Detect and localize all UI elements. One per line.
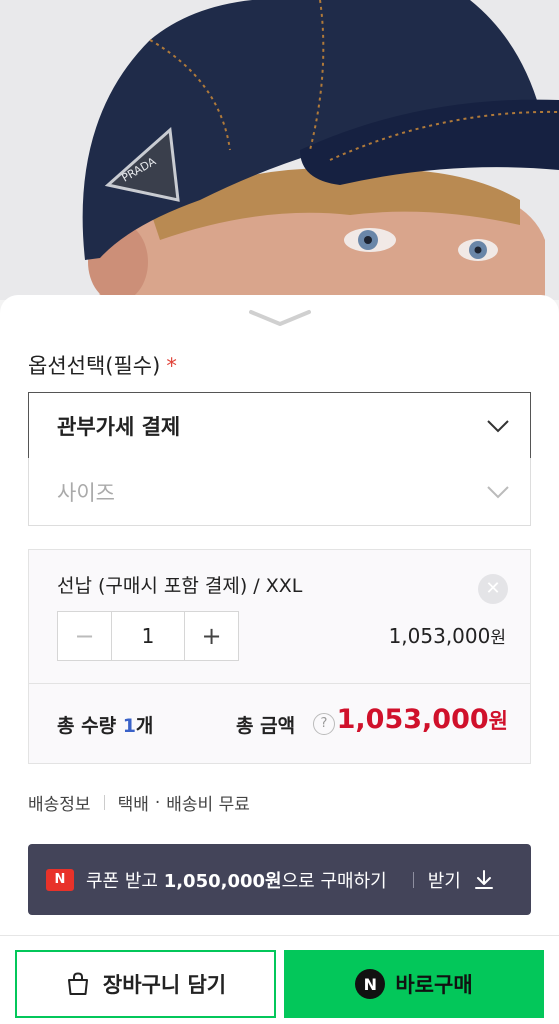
naver-pay-icon: N xyxy=(355,969,386,999)
sheet-handle-chevron-icon[interactable] xyxy=(249,309,311,327)
shipping-method: 택배 xyxy=(117,795,149,815)
option-select-customs[interactable]: 관부가세 결제 xyxy=(28,392,531,459)
add-to-cart-label: 장바구니 담기 xyxy=(102,973,227,997)
quantity-stepper: − 1 + xyxy=(57,611,239,661)
coupon-text-post: 으로 구매하기 xyxy=(281,870,387,892)
selected-option-card: 선납 (구매시 포함 결제) / XXL ✕ − 1 + 1,053,000원 … xyxy=(28,549,531,764)
shopping-bag-icon xyxy=(67,972,88,995)
shipping-fee: 배송비 무료 xyxy=(166,795,250,815)
option-select-size[interactable]: 사이즈 xyxy=(28,458,531,526)
shipping-info: 배송정보 택배 · 배송비 무료 xyxy=(28,790,250,816)
download-icon[interactable] xyxy=(473,869,495,891)
option-select-customs-value: 관부가세 결제 xyxy=(57,414,181,439)
total-amount-unit: 원 xyxy=(488,709,508,733)
shipping-dot: · xyxy=(154,792,161,813)
coupon-text-pre: 쿠폰 받고 xyxy=(86,870,164,892)
buy-now-label: 바로구매 xyxy=(395,973,473,997)
bottom-action-bar: 장바구니 담기 N 바로구매 xyxy=(0,935,559,1024)
total-amount-value: 1,053,000 xyxy=(336,704,489,735)
total-quantity-value: 1 xyxy=(122,715,136,737)
divider xyxy=(29,683,530,684)
quantity-decrease-button[interactable]: − xyxy=(58,612,111,660)
coupon-text-amount: 1,050,000원 xyxy=(163,870,282,892)
total-amount: 1,053,000원 xyxy=(337,704,508,735)
total-quantity: 총 수량 1개 xyxy=(57,711,153,738)
total-quantity-unit: 개 xyxy=(135,715,154,737)
chevron-down-icon xyxy=(487,419,509,432)
shipping-label: 배송정보 xyxy=(28,795,91,815)
divider xyxy=(103,795,105,810)
option-select-size-placeholder: 사이즈 xyxy=(57,480,115,505)
total-quantity-label: 총 수량 xyxy=(57,715,117,737)
coupon-banner[interactable]: N 쿠폰 받고 1,050,000원으로 구매하기 받기 xyxy=(28,844,531,915)
naver-coupon-icon: N xyxy=(46,868,74,891)
buy-now-button[interactable]: N 바로구매 xyxy=(284,950,544,1018)
coupon-get-button[interactable]: 받기 xyxy=(428,867,461,893)
line-price-unit: 원 xyxy=(490,628,506,648)
option-title-text: 옵션선택(필수) xyxy=(28,354,161,378)
divider xyxy=(412,871,414,888)
chevron-down-icon xyxy=(487,485,509,498)
add-to-cart-button[interactable]: 장바구니 담기 xyxy=(15,950,276,1018)
total-amount-label: 총 금액 xyxy=(236,715,296,737)
selected-option-name: 선납 (구매시 포함 결제) / XXL xyxy=(57,575,303,597)
help-icon[interactable]: ? xyxy=(313,713,335,735)
close-icon[interactable]: ✕ xyxy=(478,574,508,604)
required-mark: * xyxy=(166,354,177,378)
quantity-increase-button[interactable]: + xyxy=(185,612,238,660)
option-sheet: 옵션선택(필수) * 관부가세 결제 사이즈 선납 (구매시 포함 결제) / X… xyxy=(0,295,559,935)
line-price: 1,053,000원 xyxy=(389,623,506,648)
product-image: PRADA xyxy=(0,0,559,300)
line-price-value: 1,053,000 xyxy=(388,624,491,648)
option-section-title: 옵션선택(필수) * xyxy=(28,350,177,380)
quantity-value[interactable]: 1 xyxy=(111,612,185,660)
coupon-text: 쿠폰 받고 1,050,000원으로 구매하기 xyxy=(86,867,387,893)
